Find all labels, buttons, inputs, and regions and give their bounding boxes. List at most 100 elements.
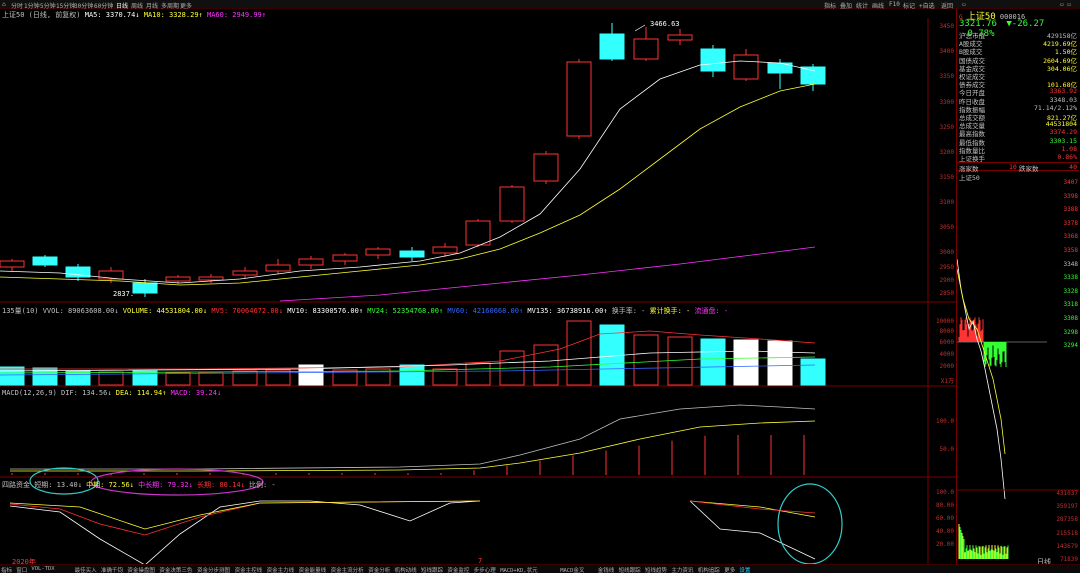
quote-row: A股成交 4219.69亿: [957, 38, 1079, 48]
panel-toggle-icon[interactable]: ▭: [962, 1, 966, 8]
indicator-tab[interactable]: 机构动线: [395, 566, 417, 573]
volume-bar: [700, 338, 726, 386]
quote-row: 今日开盘 3363.92: [957, 87, 1079, 97]
quote-value: 3374.29: [1049, 128, 1077, 137]
mini-vol-tick: 71839: [1059, 556, 1078, 563]
indicator-tab[interactable]: 更多: [724, 566, 735, 573]
price-tick: 3050: [939, 224, 954, 231]
ma60-line: [279, 246, 816, 302]
indicator-tab[interactable]: 步步心理: [474, 566, 496, 573]
vol-legend-item: 流通盘: -: [694, 307, 729, 315]
volume-legend: 135量(10) VVOL: 89063608.00↓ VOLUME: 4453…: [2, 306, 728, 316]
home-icon[interactable]: ⌂: [2, 1, 6, 8]
mini-price-tick: 3348: [1063, 260, 1078, 268]
candle-body: [0, 260, 25, 268]
mini-price-tick: 3318: [1063, 301, 1078, 309]
volume-bar: [132, 370, 158, 386]
candle-body: [667, 34, 693, 41]
indicator-tab[interactable]: 机构追踪: [698, 566, 720, 573]
price-tick: 2900: [939, 277, 954, 284]
candle-body: [198, 276, 224, 281]
quote-row: B股成交 1.50亿: [957, 46, 1079, 56]
mini-avg-line: [957, 268, 1006, 455]
indicator-tab[interactable]: MACD金叉: [560, 566, 584, 573]
macd-tick: 50.0: [939, 446, 954, 453]
chart-area[interactable]: 上证50 (日线, 前复权) MA5: 3370.74↓ MA10: 3328.…: [0, 9, 956, 566]
indicator-tab[interactable]: 金钱线: [598, 566, 615, 573]
vol-legend-item: 换手率: -: [611, 307, 646, 315]
mini-vol-tick: 431037: [1056, 490, 1078, 497]
macd-tick: 100.0: [935, 418, 954, 425]
fund-legend-item: 四路资金 短期: 13.40↓: [2, 481, 82, 489]
vol-tick: 6000: [939, 339, 954, 346]
breadth-row: 涨家数 10 跌家数 40: [957, 162, 1079, 173]
vol-legend-item: MV24: 52354768.00↑: [367, 307, 444, 315]
indicator-tab[interactable]: 资金决策三色: [159, 566, 192, 573]
candle-body: [499, 186, 525, 222]
candle-body: [365, 248, 391, 256]
quote-row: 指数振幅 71.14/2.12%: [957, 104, 1079, 114]
indicator-tab[interactable]: 指标: [1, 566, 12, 573]
chart-title: 上证50 (日线, 前复权): [2, 11, 81, 19]
indicator-tab[interactable]: 资金分步测图: [197, 566, 230, 573]
window-button-icon[interactable]: ▭ ▭: [1060, 1, 1071, 8]
mini-price-tick: 3407: [1063, 179, 1078, 186]
long-fund-line-right: [689, 500, 816, 514]
indicator-tab[interactable]: 主力资讯: [671, 566, 693, 573]
fund-legend-item: 比例: -: [248, 481, 276, 489]
indicator-tab[interactable]: 短线趋势: [645, 566, 667, 573]
candle-body: [165, 276, 191, 282]
indicator-tab[interactable]: MACD+KD,状元: [500, 566, 538, 573]
mini-vol-tick: 287358: [1056, 516, 1078, 524]
indicator-tab[interactable]: 资金主流分析: [331, 566, 364, 573]
mini-price-tick: 3294: [1063, 342, 1078, 350]
indicator-tab[interactable]: VOL-TDX: [31, 566, 54, 572]
f10-button[interactable]: F10: [889, 1, 900, 8]
ma60-label: MA60: 2949.99↑: [206, 11, 266, 19]
candle-body: [132, 282, 158, 294]
fund-tick: 40.00: [935, 528, 954, 535]
indicator-tab[interactable]: 短线跟踪: [619, 566, 641, 573]
quote-row: 基金成交 304.06亿: [957, 63, 1079, 73]
indicator-tab[interactable]: 设置: [739, 566, 750, 573]
volume-bar: [633, 334, 659, 386]
quote-row: 沪总市值 429158亿: [957, 30, 1079, 40]
indicator-tab[interactable]: 最佳买入: [75, 566, 97, 573]
mini-price-tick: 3338: [1063, 274, 1078, 282]
indicator-tab[interactable]: 资金分析: [368, 566, 390, 573]
quote-row: 最低指数 3303.15: [957, 137, 1079, 147]
candle-body: [432, 246, 458, 254]
indicator-tab[interactable]: 资金操盘图: [127, 566, 155, 573]
indicator-tab[interactable]: 资金能量线: [299, 566, 327, 573]
dif-line: [10, 404, 816, 470]
indicator-tab[interactable]: 窗口: [16, 566, 27, 573]
quote-value: 3348.03: [1049, 95, 1077, 104]
volume-bar: [65, 370, 91, 386]
price-tick: 3150: [939, 174, 954, 181]
price-tick: 3400: [939, 48, 954, 55]
mini-price-tick: 3378: [1063, 219, 1078, 227]
quote-row: 上证换手 0.86%: [957, 153, 1079, 163]
candle-body: [32, 256, 58, 266]
index-change: ▼-26.27: [1006, 19, 1045, 29]
vol-tick: 4000: [939, 351, 954, 358]
vol-legend-item: MV60: 42160668.00↑: [447, 307, 524, 315]
volume-bar: [767, 340, 793, 386]
indicator-tab[interactable]: 资金监控: [447, 566, 469, 573]
ma5-label: MA5: 3370.74↓: [84, 11, 140, 19]
quote-row: 最高指数 3374.29: [957, 128, 1079, 138]
macd-legend: MACD(12,26,9) DIF: 134.56↓ DEA: 114.94↑ …: [2, 389, 221, 397]
vol-tick: 2000: [939, 363, 954, 370]
candle-body: [767, 62, 793, 74]
indicator-tab[interactable]: 准确千钧: [101, 566, 123, 573]
fund-tick: 80.00: [935, 502, 954, 509]
vol-legend-item: 累计换手: -: [649, 307, 691, 315]
indicator-tab[interactable]: 资金主力线: [267, 566, 295, 573]
indicator-tab[interactable]: 资金主控线: [235, 566, 263, 573]
candle-body: [700, 48, 726, 72]
quote-row: 总成交量 44531804: [957, 120, 1079, 130]
short-fund-line-right: [689, 500, 816, 560]
indicator-tab[interactable]: 短线跟踪: [421, 566, 443, 573]
mini-price-line: [957, 258, 1006, 500]
volume-bar: [198, 372, 224, 386]
